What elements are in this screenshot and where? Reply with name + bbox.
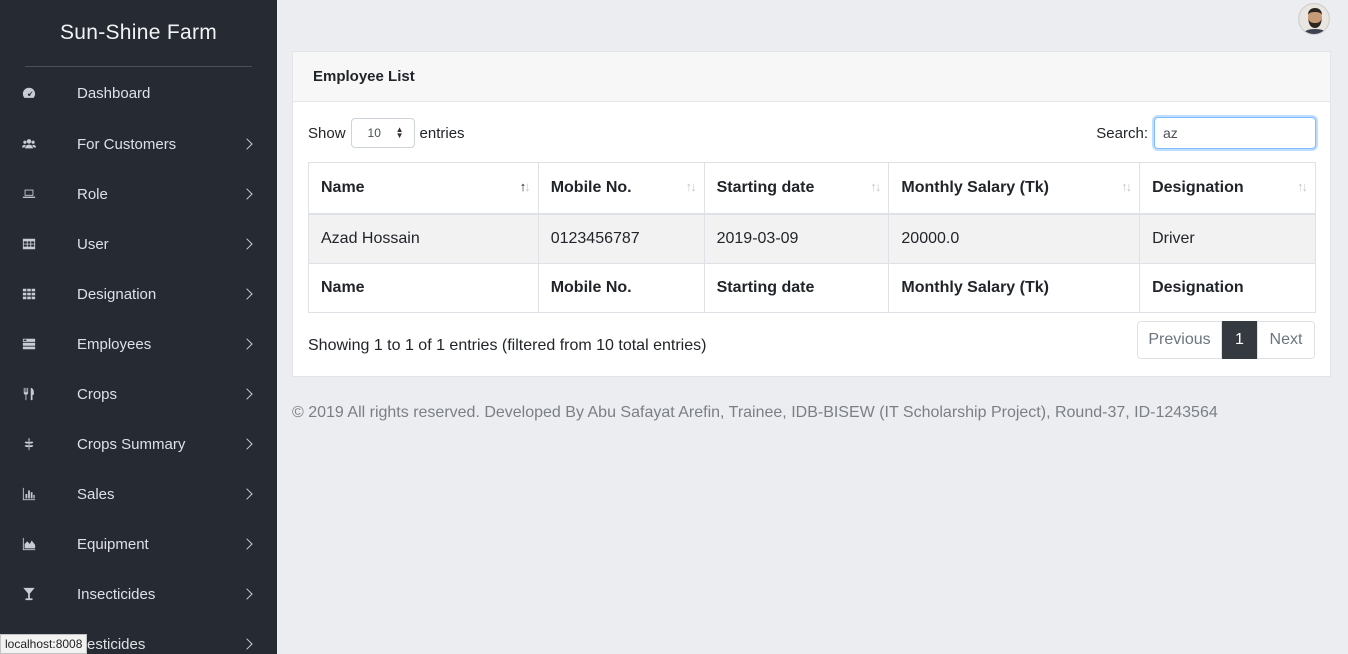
glass-icon (21, 586, 37, 602)
page-size-value: 10 (367, 126, 381, 140)
entries-label: entries (419, 124, 465, 142)
chevron-right-icon (241, 438, 253, 450)
column-header-salary[interactable]: Monthly Salary (Tk) ↑↓ (888, 162, 1141, 215)
sidebar-item-label: Dashboard (77, 84, 151, 102)
chevron-right-icon (241, 388, 253, 400)
column-header-label: Designation (1152, 178, 1244, 196)
user-avatar[interactable] (1298, 3, 1330, 35)
page-1-button[interactable]: 1 (1222, 321, 1257, 359)
sidebar-item-label: Designation (77, 285, 157, 303)
sidebar-item-label: For Customers (77, 135, 177, 153)
sort-icon: ↑↓ (1121, 179, 1132, 194)
card-title: Employee List (293, 52, 1330, 102)
cell-mobile: 0123456787 (537, 213, 705, 264)
next-button[interactable]: Next (1257, 321, 1315, 359)
sidebar-item-label: Equipment (77, 535, 149, 553)
sidebar-item-designation[interactable]: Designation (0, 269, 277, 319)
utensils-icon (21, 386, 37, 402)
table-footer-row: Name Mobile No. Starting date Monthly Sa… (308, 263, 1316, 313)
footer-designation: Designation (1139, 263, 1316, 313)
column-header-label: Starting date (716, 178, 815, 196)
footer-text: © 2019 All rights reserved. Developed By… (292, 404, 1218, 421)
page-size-control: Show 10 ▲ ▼ entries (308, 117, 465, 149)
search-input[interactable] (1154, 117, 1316, 149)
cell-salary: 20000.0 (888, 213, 1141, 264)
chevron-right-icon (241, 488, 253, 500)
users-icon (21, 136, 37, 152)
column-header-designation[interactable]: Designation ↑↓ (1139, 162, 1316, 215)
sidebar-item-user[interactable]: User (0, 219, 277, 269)
sidebar-item-crops[interactable]: Crops (0, 369, 277, 419)
grid-icon (21, 286, 37, 302)
chevron-right-icon (241, 588, 253, 600)
leaf-icon (21, 436, 37, 452)
chevron-right-icon (241, 338, 253, 350)
footer-mobile: Mobile No. (537, 263, 705, 313)
employee-list-card: Employee List Show 10 ▲ ▼ entries Search:… (292, 51, 1331, 377)
cell-name: Azad Hossain (308, 213, 539, 264)
sidebar-nav: Dashboard For Customers Role User Design… (0, 67, 277, 654)
sidebar-item-label: Employees (77, 335, 152, 353)
footer-salary: Monthly Salary (Tk) (888, 263, 1141, 313)
footer-starting-date: Starting date (703, 263, 890, 313)
search-control: Search: (1096, 117, 1316, 149)
chevron-right-icon (241, 138, 253, 150)
employee-table: Name ↑↓ Mobile No. ↑↓ Starting date ↑↓ Mont… (308, 162, 1316, 313)
column-header-mobile[interactable]: Mobile No. ↑↓ (537, 162, 705, 215)
sort-icon: ↑↓ (685, 179, 697, 194)
sidebar-item-label: Role (77, 185, 108, 203)
area-chart-icon (21, 536, 37, 552)
sidebar-item-label: Crops (77, 385, 118, 403)
column-header-label: Mobile No. (550, 178, 632, 196)
list-icon (21, 336, 37, 352)
show-label: Show (308, 124, 346, 142)
pagination: Previous 1 Next (1137, 321, 1315, 359)
status-bar-url: localhost:8008 (0, 634, 88, 654)
bar-chart-icon (21, 486, 37, 502)
page-size-select[interactable]: 10 ▲ ▼ (350, 118, 415, 148)
table-row: Azad Hossain 0123456787 2019-03-09 20000… (308, 213, 1316, 264)
sidebar-item-crops-summary[interactable]: Crops Summary (0, 419, 277, 469)
table-icon (21, 236, 37, 252)
search-label: Search: (1096, 124, 1148, 142)
chevron-right-icon (241, 638, 253, 650)
avatar-image (1299, 4, 1329, 34)
laptop-icon (21, 186, 37, 202)
table-controls: Show 10 ▲ ▼ entries Search: (308, 117, 1316, 149)
sidebar-item-insecticides[interactable]: Insecticides (0, 569, 277, 619)
sort-icon: ↑↓ (870, 179, 881, 194)
sidebar-item-sales[interactable]: Sales (0, 469, 277, 519)
sidebar-item-dashboard[interactable]: Dashboard (0, 67, 277, 119)
sidebar-item-label: Insecticides (77, 585, 156, 603)
chevron-right-icon (241, 538, 253, 550)
sidebar-item-label: Crops Summary (77, 435, 186, 453)
cell-designation: Driver (1139, 213, 1316, 264)
sidebar-item-equipment[interactable]: Equipment (0, 519, 277, 569)
column-header-label: Name (321, 178, 365, 196)
column-header-label: Monthly Salary (Tk) (901, 178, 1049, 196)
footer-name: Name (308, 263, 539, 313)
table-header-row: Name ↑↓ Mobile No. ↑↓ Starting date ↑↓ Mont… (308, 162, 1316, 215)
cell-starting-date: 2019-03-09 (703, 213, 890, 264)
sort-asc-icon: ↑↓ (519, 179, 531, 194)
table-info: Showing 1 to 1 of 1 entries (filtered fr… (308, 337, 707, 354)
column-header-name[interactable]: Name ↑↓ (308, 162, 539, 215)
chevron-right-icon (241, 238, 253, 250)
column-header-starting-date[interactable]: Starting date ↑↓ (703, 162, 890, 215)
sidebar: Sun-Shine Farm Dashboard For Customers R… (0, 0, 277, 654)
sort-icon: ↑↓ (1297, 179, 1308, 194)
chevron-right-icon (241, 288, 253, 300)
sidebar-item-employees[interactable]: Employees (0, 319, 277, 369)
chevron-right-icon (241, 188, 253, 200)
sidebar-item-label: Sales (77, 485, 115, 503)
previous-button[interactable]: Previous (1137, 321, 1222, 359)
sidebar-item-for-customers[interactable]: For Customers (0, 119, 277, 169)
sidebar-item-role[interactable]: Role (0, 169, 277, 219)
select-caret-icon: ▲ ▼ (395, 125, 404, 140)
brand-title[interactable]: Sun-Shine Farm (0, 0, 277, 66)
dashboard-icon (21, 85, 37, 101)
sidebar-item-label: User (77, 235, 109, 253)
